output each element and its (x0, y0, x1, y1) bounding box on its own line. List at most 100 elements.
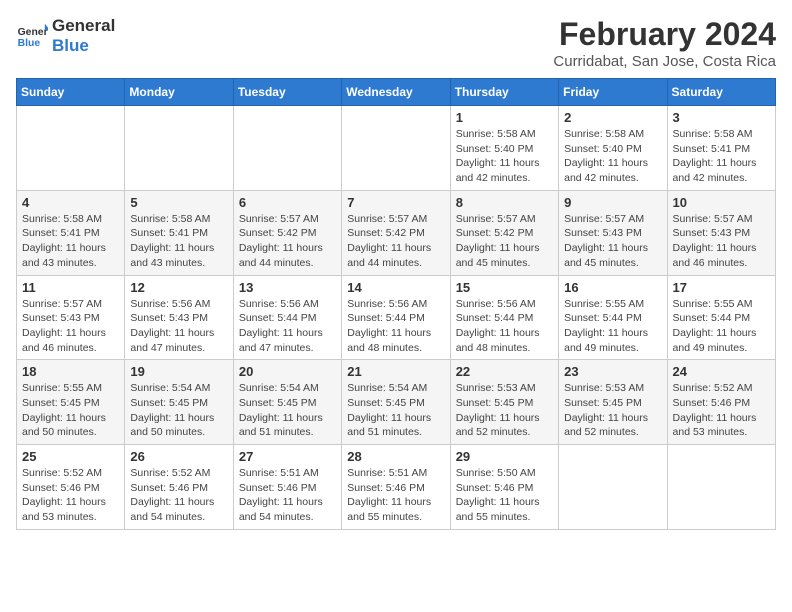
title-block: February 2024 Curridabat, San Jose, Cost… (553, 16, 776, 70)
logo-line1: General (52, 16, 115, 36)
day-info: Sunrise: 5:55 AMSunset: 5:45 PMDaylight:… (22, 381, 119, 440)
calendar-cell: 18 Sunrise: 5:55 AMSunset: 5:45 PMDayligh… (17, 360, 125, 445)
svg-text:Blue: Blue (18, 38, 41, 49)
day-number: 4 (22, 195, 119, 210)
day-number: 15 (456, 280, 553, 295)
day-number: 6 (239, 195, 336, 210)
day-number: 13 (239, 280, 336, 295)
day-number: 21 (347, 364, 444, 379)
weekday-header-monday: Monday (125, 79, 233, 106)
day-number: 11 (22, 280, 119, 295)
calendar-cell: 5 Sunrise: 5:58 AMSunset: 5:41 PMDaylight… (125, 190, 233, 275)
calendar-cell: 6 Sunrise: 5:57 AMSunset: 5:42 PMDaylight… (233, 190, 341, 275)
calendar-cell: 19 Sunrise: 5:54 AMSunset: 5:45 PMDayligh… (125, 360, 233, 445)
svg-text:General: General (18, 26, 48, 37)
day-number: 28 (347, 449, 444, 464)
day-number: 10 (673, 195, 770, 210)
calendar-cell: 25 Sunrise: 5:52 AMSunset: 5:46 PMDayligh… (17, 445, 125, 530)
calendar-cell: 17 Sunrise: 5:55 AMSunset: 5:44 PMDayligh… (667, 275, 775, 360)
day-number: 2 (564, 110, 661, 125)
day-info: Sunrise: 5:53 AMSunset: 5:45 PMDaylight:… (456, 381, 553, 440)
calendar-cell: 23 Sunrise: 5:53 AMSunset: 5:45 PMDayligh… (559, 360, 667, 445)
calendar-cell: 15 Sunrise: 5:56 AMSunset: 5:44 PMDayligh… (450, 275, 558, 360)
day-info: Sunrise: 5:52 AMSunset: 5:46 PMDaylight:… (673, 381, 770, 440)
day-number: 3 (673, 110, 770, 125)
calendar-cell: 7 Sunrise: 5:57 AMSunset: 5:42 PMDaylight… (342, 190, 450, 275)
calendar-cell (17, 106, 125, 191)
location: Curridabat, San Jose, Costa Rica (553, 53, 776, 70)
calendar-cell: 13 Sunrise: 5:56 AMSunset: 5:44 PMDayligh… (233, 275, 341, 360)
day-number: 5 (130, 195, 227, 210)
weekday-header-sunday: Sunday (17, 79, 125, 106)
day-info: Sunrise: 5:58 AMSunset: 5:41 PMDaylight:… (130, 212, 227, 271)
day-info: Sunrise: 5:57 AMSunset: 5:42 PMDaylight:… (347, 212, 444, 271)
day-number: 18 (22, 364, 119, 379)
calendar-cell: 26 Sunrise: 5:52 AMSunset: 5:46 PMDayligh… (125, 445, 233, 530)
day-info: Sunrise: 5:54 AMSunset: 5:45 PMDaylight:… (130, 381, 227, 440)
day-info: Sunrise: 5:55 AMSunset: 5:44 PMDaylight:… (673, 297, 770, 356)
day-info: Sunrise: 5:57 AMSunset: 5:42 PMDaylight:… (456, 212, 553, 271)
calendar: SundayMondayTuesdayWednesdayThursdayFrid… (16, 78, 776, 530)
day-number: 14 (347, 280, 444, 295)
day-info: Sunrise: 5:54 AMSunset: 5:45 PMDaylight:… (239, 381, 336, 440)
day-info: Sunrise: 5:57 AMSunset: 5:42 PMDaylight:… (239, 212, 336, 271)
day-number: 26 (130, 449, 227, 464)
day-number: 17 (673, 280, 770, 295)
day-info: Sunrise: 5:52 AMSunset: 5:46 PMDaylight:… (130, 466, 227, 525)
calendar-cell: 20 Sunrise: 5:54 AMSunset: 5:45 PMDayligh… (233, 360, 341, 445)
day-info: Sunrise: 5:57 AMSunset: 5:43 PMDaylight:… (564, 212, 661, 271)
calendar-cell: 3 Sunrise: 5:58 AMSunset: 5:41 PMDaylight… (667, 106, 775, 191)
calendar-cell (233, 106, 341, 191)
day-number: 8 (456, 195, 553, 210)
calendar-cell: 12 Sunrise: 5:56 AMSunset: 5:43 PMDayligh… (125, 275, 233, 360)
day-number: 27 (239, 449, 336, 464)
day-info: Sunrise: 5:55 AMSunset: 5:44 PMDaylight:… (564, 297, 661, 356)
weekday-header-friday: Friday (559, 79, 667, 106)
day-number: 24 (673, 364, 770, 379)
day-info: Sunrise: 5:56 AMSunset: 5:44 PMDaylight:… (456, 297, 553, 356)
calendar-cell (125, 106, 233, 191)
weekday-header-wednesday: Wednesday (342, 79, 450, 106)
calendar-cell: 11 Sunrise: 5:57 AMSunset: 5:43 PMDayligh… (17, 275, 125, 360)
calendar-cell: 9 Sunrise: 5:57 AMSunset: 5:43 PMDaylight… (559, 190, 667, 275)
day-number: 29 (456, 449, 553, 464)
day-info: Sunrise: 5:56 AMSunset: 5:43 PMDaylight:… (130, 297, 227, 356)
calendar-cell: 27 Sunrise: 5:51 AMSunset: 5:46 PMDayligh… (233, 445, 341, 530)
day-info: Sunrise: 5:56 AMSunset: 5:44 PMDaylight:… (239, 297, 336, 356)
day-number: 16 (564, 280, 661, 295)
day-info: Sunrise: 5:58 AMSunset: 5:41 PMDaylight:… (673, 127, 770, 186)
calendar-cell: 14 Sunrise: 5:56 AMSunset: 5:44 PMDayligh… (342, 275, 450, 360)
calendar-cell: 8 Sunrise: 5:57 AMSunset: 5:42 PMDaylight… (450, 190, 558, 275)
day-number: 1 (456, 110, 553, 125)
day-number: 22 (456, 364, 553, 379)
calendar-cell (342, 106, 450, 191)
weekday-header-thursday: Thursday (450, 79, 558, 106)
day-number: 23 (564, 364, 661, 379)
day-info: Sunrise: 5:57 AMSunset: 5:43 PMDaylight:… (22, 297, 119, 356)
logo-icon: General Blue (16, 22, 48, 50)
day-info: Sunrise: 5:58 AMSunset: 5:40 PMDaylight:… (564, 127, 661, 186)
day-number: 25 (22, 449, 119, 464)
calendar-cell (667, 445, 775, 530)
calendar-cell: 28 Sunrise: 5:51 AMSunset: 5:46 PMDayligh… (342, 445, 450, 530)
day-info: Sunrise: 5:56 AMSunset: 5:44 PMDaylight:… (347, 297, 444, 356)
day-info: Sunrise: 5:58 AMSunset: 5:40 PMDaylight:… (456, 127, 553, 186)
calendar-cell: 22 Sunrise: 5:53 AMSunset: 5:45 PMDayligh… (450, 360, 558, 445)
day-number: 12 (130, 280, 227, 295)
day-info: Sunrise: 5:53 AMSunset: 5:45 PMDaylight:… (564, 381, 661, 440)
day-number: 7 (347, 195, 444, 210)
day-info: Sunrise: 5:52 AMSunset: 5:46 PMDaylight:… (22, 466, 119, 525)
day-info: Sunrise: 5:51 AMSunset: 5:46 PMDaylight:… (347, 466, 444, 525)
day-number: 9 (564, 195, 661, 210)
day-number: 19 (130, 364, 227, 379)
calendar-cell: 4Sunrise: 5:58 AMSunset: 5:41 PMDaylight… (17, 190, 125, 275)
calendar-cell: 2 Sunrise: 5:58 AMSunset: 5:40 PMDaylight… (559, 106, 667, 191)
calendar-cell: 1 Sunrise: 5:58 AMSunset: 5:40 PMDaylight… (450, 106, 558, 191)
weekday-header-tuesday: Tuesday (233, 79, 341, 106)
day-info: Sunrise: 5:54 AMSunset: 5:45 PMDaylight:… (347, 381, 444, 440)
day-info: Sunrise: 5:50 AMSunset: 5:46 PMDaylight:… (456, 466, 553, 525)
day-info: Sunrise: 5:51 AMSunset: 5:46 PMDaylight:… (239, 466, 336, 525)
logo: General Blue General Blue (16, 16, 115, 55)
day-number: 20 (239, 364, 336, 379)
calendar-cell (559, 445, 667, 530)
